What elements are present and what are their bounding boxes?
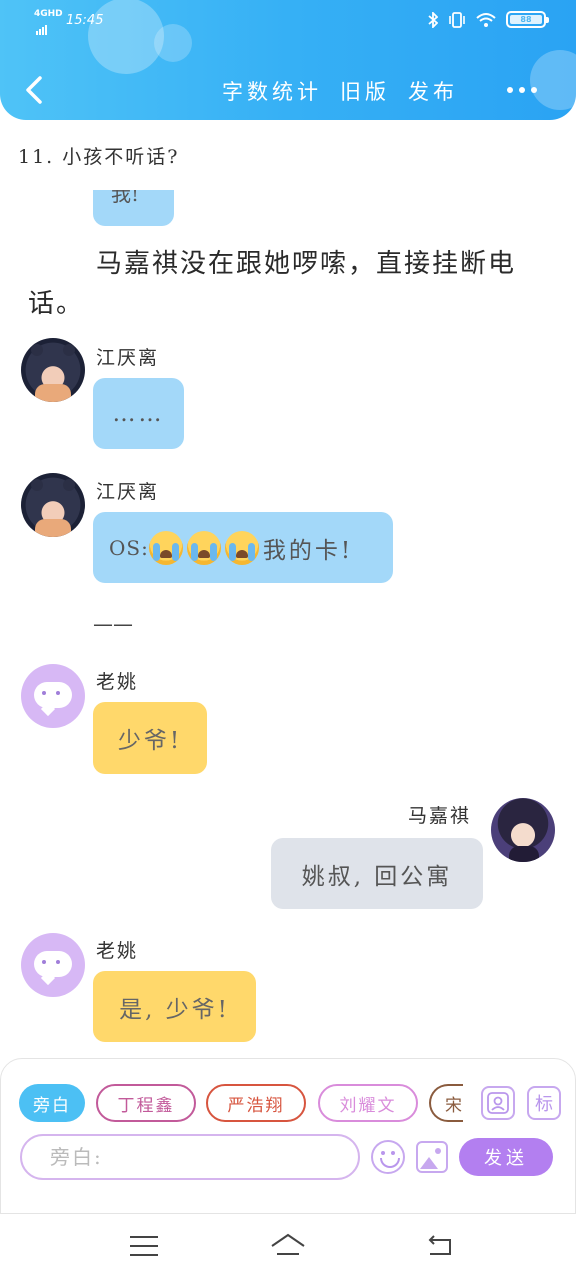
narration-text[interactable]: 马嘉祺没在跟她啰嗦，直接挂断电话。 — [28, 244, 548, 324]
message-bubble[interactable]: …… — [93, 378, 184, 449]
nav-row: 字数统计 旧版 发布 — [0, 68, 576, 112]
sender-name: 老姚 — [96, 940, 139, 962]
message-bubble[interactable]: 少爷! — [93, 702, 207, 774]
menu-icon[interactable] — [130, 1236, 158, 1256]
battery-level: 88 — [510, 15, 542, 24]
status-icons: 88 — [428, 11, 549, 28]
wifi-icon — [476, 12, 496, 27]
message-prefix: OS: — [109, 535, 149, 560]
vibrate-icon — [449, 11, 465, 28]
more-dots-icon[interactable] — [506, 78, 538, 102]
chapter-title: 11. 小孩不听话? — [18, 146, 180, 168]
contact-card-icon[interactable] — [481, 1086, 515, 1120]
bluetooth-icon — [428, 11, 438, 28]
message-bubble[interactable]: 姚叔, 回公寓 — [271, 838, 483, 909]
role-chip-narration[interactable]: 旁白 — [19, 1084, 85, 1122]
sender-name: 马嘉祺 — [408, 805, 472, 827]
home-icon[interactable] — [270, 1232, 306, 1258]
word-count-button[interactable]: 字数统计 — [222, 76, 322, 106]
back-button[interactable] — [22, 72, 46, 108]
signal-icon — [36, 20, 48, 35]
message-text: 我! — [111, 190, 140, 206]
avatar[interactable] — [21, 933, 85, 997]
message-bubble[interactable]: 是, 少爷! — [93, 971, 256, 1042]
tag-button[interactable]: 标 — [527, 1086, 561, 1120]
system-nav-bar — [0, 1214, 576, 1280]
battery-icon: 88 — [506, 11, 549, 28]
status-time: 15:45 — [66, 13, 104, 28]
avatar[interactable] — [21, 664, 85, 728]
chat-cloud-icon — [34, 951, 72, 977]
crying-face-icon — [148, 530, 183, 565]
chat-cloud-icon — [34, 682, 72, 708]
status-bar: 4GHD 15:45 88 — [0, 0, 576, 44]
message-text: 少爷! — [117, 728, 183, 754]
message-input[interactable] — [20, 1134, 360, 1180]
back-nav-icon[interactable] — [426, 1234, 454, 1258]
message-bubble[interactable]: OS: 我的卡! — [93, 512, 393, 583]
header-actions: 字数统计 旧版 发布 — [222, 76, 458, 106]
network-type: 4GHD — [34, 9, 63, 19]
role-chip-ding[interactable]: 丁程鑫 — [96, 1084, 196, 1122]
avatar[interactable] — [21, 473, 85, 537]
message-text: 我的卡! — [262, 537, 354, 564]
crying-face-icon — [224, 530, 259, 565]
avatar[interactable] — [21, 338, 85, 402]
role-chip-song[interactable]: 宋 — [429, 1084, 463, 1122]
role-chip-liu[interactable]: 刘耀文 — [318, 1084, 418, 1122]
app-header: 4GHD 15:45 88 字数统计 旧版 发布 — [0, 0, 576, 120]
old-version-button[interactable]: 旧版 — [340, 76, 390, 106]
crying-face-icon — [186, 530, 221, 565]
message-text: …… — [112, 400, 165, 427]
narration-dash: —— — [93, 612, 133, 636]
message-text: 姚叔, 回公寓 — [301, 863, 453, 890]
sender-name: 江厌离 — [96, 347, 160, 369]
avatar[interactable] — [491, 798, 555, 862]
message-bubble-partial[interactable]: 我! — [93, 190, 174, 226]
image-icon[interactable] — [416, 1141, 448, 1173]
message-text: 是, 少爷! — [119, 996, 230, 1023]
send-button[interactable]: 发送 — [459, 1138, 553, 1176]
smile-icon[interactable] — [371, 1140, 405, 1174]
publish-button[interactable]: 发布 — [408, 76, 458, 106]
sender-name: 江厌离 — [96, 481, 160, 503]
sender-name: 老姚 — [96, 671, 139, 693]
role-chip-yan[interactable]: 严浩翔 — [206, 1084, 306, 1122]
